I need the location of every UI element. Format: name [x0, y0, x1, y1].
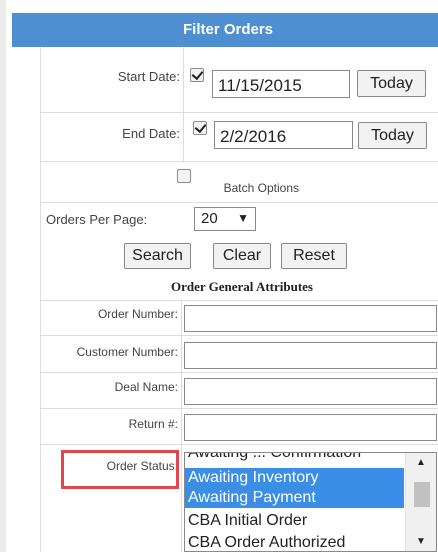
divider	[40, 112, 438, 113]
section-title: Order General Attributes	[170, 279, 313, 294]
orders-per-page-value: 20	[201, 210, 218, 227]
search-button[interactable]: Search	[124, 243, 191, 269]
batch-options-label: Batch Options	[223, 181, 299, 195]
customer-number-input[interactable]	[184, 342, 437, 369]
orders-per-page-select[interactable]: 20 ▼	[194, 207, 256, 231]
deal-name-input[interactable]	[184, 378, 437, 405]
divider	[40, 202, 438, 203]
order-number-label: Order Number:	[97, 307, 178, 321]
scroll-thumb[interactable]	[414, 482, 430, 507]
return-number-label: Return #:	[128, 417, 178, 431]
chevron-down-icon: ▼	[237, 211, 249, 225]
clear-button[interactable]: Clear	[213, 243, 271, 269]
filter-orders-panel: Filter Orders Start Date: 11/15/2015 Tod…	[0, 0, 438, 552]
highlight-annotation	[61, 450, 179, 489]
list-item[interactable]: Awaiting Payment	[185, 488, 404, 508]
list-item[interactable]: CBA Order Authorized	[185, 533, 404, 551]
end-date-today-button[interactable]: Today	[358, 122, 427, 149]
divider	[40, 300, 438, 301]
start-date-checkbox[interactable]	[190, 68, 204, 82]
chevron-up-icon[interactable]: ▲	[406, 457, 436, 468]
order-number-input[interactable]	[184, 305, 437, 332]
divider	[183, 47, 184, 162]
return-number-input[interactable]	[184, 414, 437, 441]
panel-title: Filter Orders	[12, 13, 438, 47]
divider	[40, 408, 438, 409]
divider	[40, 372, 438, 373]
list-item[interactable]: Awaiting ... Confirmation	[185, 453, 404, 463]
start-date-label: Start Date:	[117, 69, 180, 84]
divider	[40, 161, 438, 162]
end-date-checkbox[interactable]	[193, 121, 207, 135]
order-status-listbox[interactable]: Awaiting ... Confirmation Awaiting Inven…	[184, 452, 437, 552]
start-date-input[interactable]: 11/15/2015	[212, 70, 350, 98]
deal-name-label: Deal Name:	[114, 380, 178, 394]
orders-per-page-label: Orders Per Page:	[46, 212, 148, 227]
end-date-label: End Date:	[122, 126, 180, 141]
start-date-today-button[interactable]: Today	[357, 70, 426, 97]
divider	[181, 300, 182, 552]
divider	[40, 335, 438, 336]
divider	[40, 444, 438, 445]
list-item[interactable]: CBA Initial Order	[185, 511, 404, 531]
reset-button[interactable]: Reset	[281, 243, 347, 269]
chevron-down-icon[interactable]: ▼	[406, 536, 436, 547]
end-date-input[interactable]: 2/2/2016	[214, 121, 353, 149]
scrollbar[interactable]: ▲ ▼	[405, 453, 436, 551]
divider	[40, 47, 41, 552]
customer-number-label: Customer Number:	[76, 345, 178, 359]
list-item[interactable]: Awaiting Inventory	[185, 468, 404, 488]
